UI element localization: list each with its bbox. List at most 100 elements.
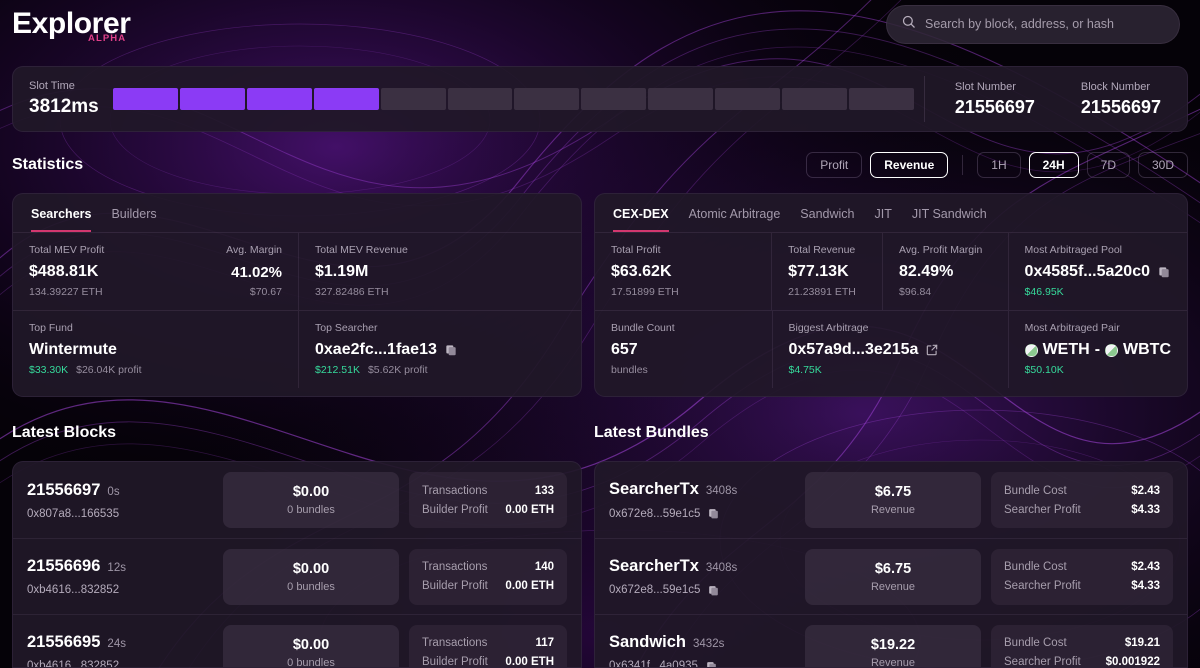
slot-segment-4 [313,88,379,110]
external-link-icon[interactable] [925,343,939,357]
block-identity: 21556696 12s 0xb4616...832852 [27,557,213,596]
bundle-hash: 0x672e8...59e1c5 [609,507,795,520]
search-icon [901,14,916,34]
pair-separator: - [1094,341,1101,358]
most-arbitraged-pool-label: Most Arbitraged Pool [1024,244,1123,256]
copy-icon[interactable] [444,343,458,357]
divider [962,155,964,175]
cell-total-revenue: Total Revenue $77.13K 21.23891 ETH [771,233,882,310]
cell-bundle-count: Bundle Count 657 bundles [595,311,772,388]
slot-segment-10 [715,88,781,110]
range-7d[interactable]: 7D [1086,152,1130,178]
range-1h[interactable]: 1H [977,152,1021,178]
block-row[interactable]: 21556696 12s 0xb4616...832852 $0.00 0 bundle… [13,538,581,614]
slot-status-panel: Slot Time 3812ms Slot Number 21556697 Bl… [12,66,1188,132]
top-fund-label: Top Fund [29,322,73,334]
block-row[interactable]: 21556697 0s 0x807a8...166535 $0.00 0 bundles… [13,462,581,538]
total-mev-revenue-value: $1.19M [315,263,369,280]
range-24h[interactable]: 24H [1028,152,1079,178]
bundle-identity: SearcherTx 3408s 0x672e8...59e1c5 [609,557,795,597]
top-searcher-profit: $5.62K profit [367,364,428,376]
total-revenue-sub: 21.23891 ETH [788,286,856,298]
avg-profit-margin-value: 82.49% [899,263,954,280]
bundle-row[interactable]: SearcherTx 3408s 0x672e8...59e1c5 $6.75 Reve… [595,538,1187,614]
tab-cex-dex[interactable]: CEX-DEX [613,207,669,232]
bundle-cost-value: $2.43 [1131,561,1160,573]
cell-top-fund: Top Fund Wintermute $33.30K $26.04K prof… [13,311,298,388]
slot-segment-6 [447,88,513,110]
top-fund-profit: $26.04K profit [76,364,142,376]
metric-toggle-profit[interactable]: Profit [806,152,863,178]
bundle-age: 3432s [693,637,725,650]
total-revenue-value: $77.13K [788,263,849,280]
builder-profit-value: 0.00 ETH [505,656,554,668]
token-a-symbol: WETH [1042,341,1090,358]
block-number-label: Block Number [1080,80,1150,93]
block-bundles: 0 bundles [287,580,335,593]
avg-margin-sub: $70.67 [249,286,282,298]
builder-profit-label: Builder Profit [422,656,488,668]
copy-icon[interactable] [1157,265,1171,279]
most-arbitraged-pair-label: Most Arbitraged Pair [1024,322,1120,334]
builder-profit-value: 0.00 ETH [505,503,554,516]
search-box[interactable] [886,4,1180,44]
tab-searchers[interactable]: Searchers [31,207,92,232]
transactions-value: 133 [534,484,554,497]
slot-segment-11 [782,88,847,110]
searchers-tabbar: Searchers Builders [13,194,581,233]
tab-jit[interactable]: JIT [875,207,892,232]
range-30d[interactable]: 30D [1137,152,1188,178]
top-header: Explorer ALPHA [0,0,1200,48]
bundle-kind: SearcherTx [609,480,699,498]
bundle-stats-box: Bundle Cost $19.21 Searcher Profit $0.00192… [991,624,1173,668]
slot-segment-7 [514,88,580,110]
block-hash: 0xb4616...832852 [27,584,120,596]
bundle-count-value: 657 [611,341,638,358]
block-row[interactable]: 21556695 24s 0xb4616...832852 $0.00 0 bundle… [13,614,581,668]
bundle-revenue-value: $6.75 [874,484,912,500]
tab-sandwich[interactable]: Sandwich [800,207,854,232]
bundle-cost-value: $2.43 [1131,484,1160,497]
slot-segment-2 [179,88,245,110]
cell-most-arbitraged-pair: Most Arbitraged Pair WETH - WBTC $50.10K [1007,311,1187,388]
biggest-arbitrage-sub: $4.75K [788,364,822,376]
slot-time-block: Slot Time 3812ms [13,80,113,118]
tab-atomic-arbitrage[interactable]: Atomic Arbitrage [689,207,781,232]
tab-jit-sandwich[interactable]: JIT Sandwich [912,207,987,232]
avg-margin-value: 41.02% [231,263,282,281]
transactions-label: Transactions [422,637,488,649]
copy-icon[interactable] [707,507,720,520]
block-number-value: 21556697 [1080,96,1161,117]
bundle-row[interactable]: SearcherTx 3408s 0x672e8...59e1c5 $6.75 Reve… [595,462,1187,538]
copy-icon[interactable] [707,584,720,597]
top-searcher-label: Top Searcher [315,322,378,334]
most-arbitraged-pair-sub: $50.10K [1024,364,1064,376]
copy-icon[interactable] [705,660,718,667]
block-hash: 0xb4616...832852 [27,660,120,668]
slot-segment-9 [648,88,714,110]
block-number: 21556695 [27,633,101,651]
bundle-row[interactable]: Sandwich 3432s 0x6341f...4a0935 $19.22 Reven… [595,614,1187,668]
search-input[interactable] [925,17,1165,31]
bundle-hash: 0x6341f...4a0935 [609,660,795,667]
cell-top-searcher: Top Searcher 0xae2fc...1fae13 $212.51K $… [298,311,581,388]
brand-alpha-badge: ALPHA [88,33,127,44]
searcher-profit-value: $4.33 [1131,503,1160,516]
searcher-profit-value: $0.001922 [1105,656,1160,668]
block-value: $0.00 [292,636,330,653]
bundle-revenue-label: Revenue [870,656,916,668]
block-number: 21556697 [27,480,101,499]
top-searcher-value: 0xae2fc...1fae13 [315,341,437,358]
block-bundles: 0 bundles [287,656,335,668]
slot-segment-5 [380,88,446,110]
cell-most-arbitraged-pool: Most Arbitraged Pool 0x4585f...5a20c0 $4… [1007,233,1187,310]
mev-types-statistics-card: CEX-DEX Atomic Arbitrage Sandwich JIT JI… [594,193,1188,397]
page-title: Statistics [12,156,84,173]
most-arbitraged-pool-value: 0x4585f...5a20c0 [1024,263,1150,280]
tab-builders[interactable]: Builders [111,207,156,232]
token-icon-wbtc [1105,343,1119,357]
avg-profit-margin-sub: $96.84 [899,286,932,298]
bundle-hash: 0x672e8...59e1c5 [609,584,795,597]
total-revenue-label: Total Revenue [788,244,856,256]
metric-toggle-revenue[interactable]: Revenue [870,152,949,178]
